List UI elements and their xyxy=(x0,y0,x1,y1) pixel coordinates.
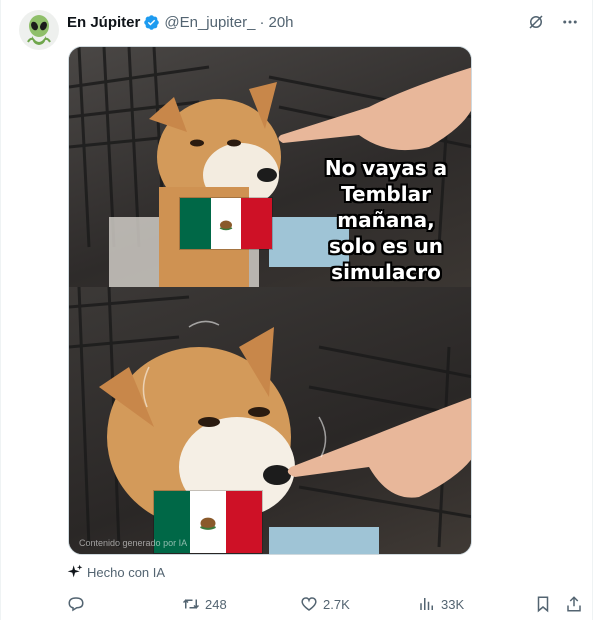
retweet-icon xyxy=(182,599,200,609)
views-count: 33K xyxy=(441,596,465,612)
caption-line: No vayas a xyxy=(324,156,448,180)
caption-line: mañana, xyxy=(337,208,435,232)
meme-caption: No vayas a Temblar mañana, solo es un si… xyxy=(301,155,471,285)
retweet-count: 248 xyxy=(205,596,227,612)
sparkle-icon xyxy=(67,564,83,578)
tweet-media-image[interactable]: No vayas a Temblar mañana, solo es un si… xyxy=(68,46,472,555)
verified-badge-icon xyxy=(144,14,160,30)
meme-panel-bottom xyxy=(69,287,471,554)
mexico-flag xyxy=(179,197,273,250)
avatar[interactable] xyxy=(19,10,59,50)
handle[interactable]: @En_jupiter_ xyxy=(164,14,255,31)
like-button[interactable]: 2.7K xyxy=(300,595,350,613)
views-icon xyxy=(420,598,433,610)
share-icon xyxy=(567,596,581,612)
alien-icon xyxy=(27,15,51,45)
ai-label: Hecho con IA xyxy=(67,564,165,580)
bookmark-button[interactable] xyxy=(534,595,552,613)
reply-icon xyxy=(68,597,84,612)
timestamp[interactable]: 20h xyxy=(268,14,293,31)
views-button[interactable]: 33K xyxy=(418,595,464,613)
heart-icon xyxy=(301,597,317,611)
meme-panel-top: No vayas a Temblar mañana, solo es un si… xyxy=(69,47,471,287)
ai-label-text: Hecho con IA xyxy=(87,564,166,580)
more-options-icon[interactable] xyxy=(560,12,580,32)
caption-line: solo es un xyxy=(328,234,444,258)
caption-line: Temblar xyxy=(341,182,431,206)
display-name[interactable]: En Júpiter xyxy=(67,14,140,31)
separator-dot: · xyxy=(259,13,265,31)
ai-watermark: Contenido generado por IA xyxy=(79,538,188,548)
share-button[interactable] xyxy=(565,595,583,613)
like-count: 2.7K xyxy=(323,596,350,612)
tweet-actions: 248 2.7K 33K xyxy=(67,593,582,615)
reply-button[interactable] xyxy=(67,595,90,613)
retweet-button[interactable]: 248 xyxy=(182,595,227,613)
tweet-top-actions xyxy=(526,12,580,32)
grok-icon[interactable] xyxy=(526,12,546,32)
tweet: En Júpiter @En_jupiter_ · 20h No vayas a… xyxy=(0,0,593,620)
bookmark-icon xyxy=(537,596,549,613)
tweet-header: En Júpiter @En_jupiter_ · 20h xyxy=(67,12,294,32)
caption-line: simulacro xyxy=(331,260,441,284)
